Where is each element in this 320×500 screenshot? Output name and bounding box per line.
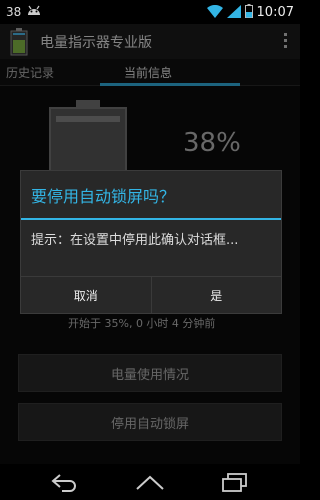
dialog-button-bar: 取消 是 (21, 276, 281, 313)
back-icon[interactable] (50, 472, 80, 496)
dialog-message: 提示：在设置中停用此确认对话框... (31, 233, 239, 248)
clock: 10:07 (256, 5, 294, 20)
recent-apps-icon[interactable] (220, 472, 250, 496)
dialog-title-divider (21, 218, 281, 220)
yes-button[interactable]: 是 (150, 277, 282, 313)
status-bar: 38 10:07 (0, 0, 300, 24)
navigation-bar (0, 465, 300, 500)
dialog-title: 要停用自动锁屏吗？ (31, 187, 176, 206)
battery-icon (244, 4, 253, 21)
battery-level-notification: 38 (6, 4, 22, 19)
cancel-button[interactable]: 取消 (21, 277, 151, 313)
confirm-dialog: 要停用自动锁屏吗？ 提示：在设置中停用此确认对话框... 取消 是 (20, 170, 282, 314)
home-icon[interactable] (135, 472, 165, 496)
cell-signal-icon (226, 4, 241, 21)
wifi-icon (206, 4, 223, 21)
android-debug-icon (26, 4, 42, 19)
